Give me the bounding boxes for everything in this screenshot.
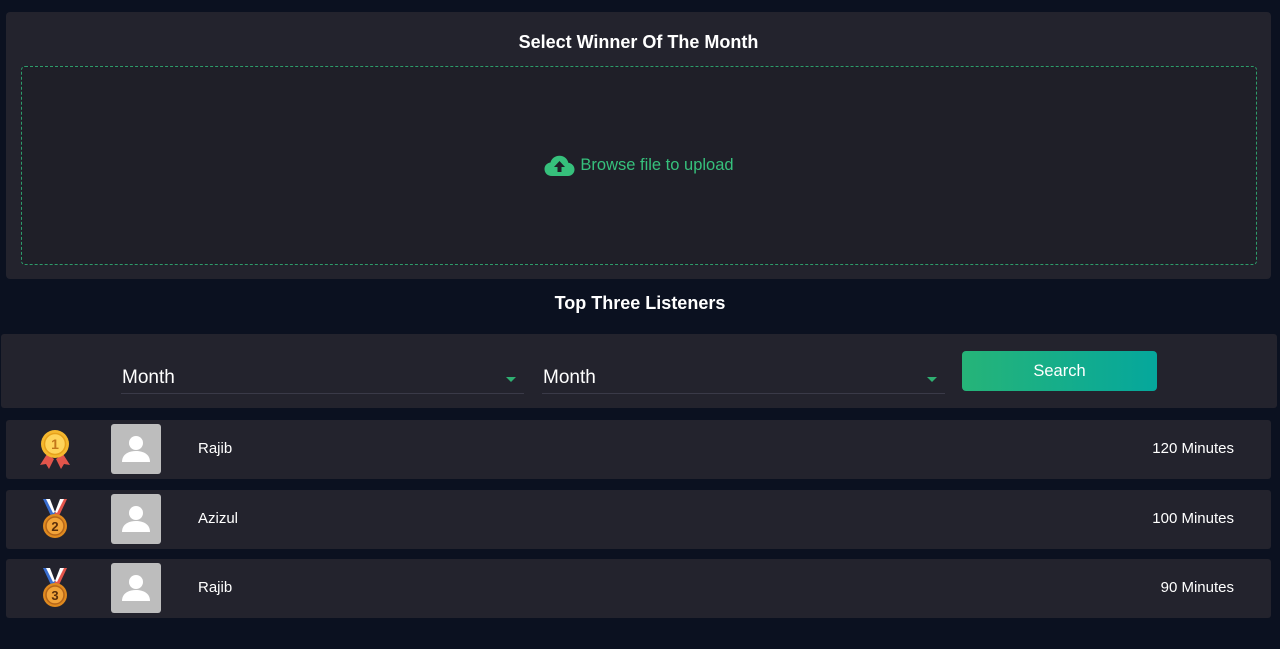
listener-row: 3 Rajib 90 Minutes <box>6 559 1271 618</box>
listener-row: 2 Azizul 100 Minutes <box>6 490 1271 549</box>
month-select-1-value: Month <box>122 366 175 388</box>
gold-medal-icon: 1 <box>36 428 74 470</box>
bronze-medal-icon: 3 <box>36 567 74 609</box>
file-dropzone[interactable]: Browse file to upload <box>21 66 1257 265</box>
svg-text:2: 2 <box>51 519 58 534</box>
listener-minutes: 100 Minutes <box>1152 510 1234 527</box>
chevron-down-icon <box>506 377 516 382</box>
month-select-2-value: Month <box>543 366 596 388</box>
chevron-down-icon <box>927 377 937 382</box>
listener-name: Azizul <box>198 510 239 527</box>
user-icon <box>122 506 150 532</box>
listener-name: Rajib <box>198 579 233 596</box>
avatar <box>111 424 161 474</box>
month-select-2[interactable]: Month <box>542 362 945 394</box>
silver-medal-icon: 2 <box>36 498 74 540</box>
top-listeners-title: Top Three Listeners <box>554 293 726 313</box>
listener-name: Rajib <box>198 440 233 457</box>
month-select-1[interactable]: Month <box>121 362 524 394</box>
svg-text:1: 1 <box>51 436 59 452</box>
search-button[interactable]: Search <box>962 351 1157 391</box>
svg-text:3: 3 <box>51 588 58 603</box>
cloud-upload-icon <box>544 155 575 177</box>
listener-minutes: 90 Minutes <box>1160 579 1234 596</box>
listener-row: 1 Rajib 120 Minutes <box>6 420 1271 479</box>
browse-file-link[interactable]: Browse file to upload <box>544 155 734 177</box>
avatar <box>111 494 161 544</box>
filter-bar: Month Month Search <box>1 334 1277 408</box>
user-icon <box>122 436 150 462</box>
upload-card: Select Winner Of The Month Browse file t… <box>6 12 1271 279</box>
upload-section-title: Select Winner Of The Month <box>518 32 759 52</box>
listener-minutes: 120 Minutes <box>1152 440 1234 457</box>
avatar <box>111 563 161 613</box>
user-icon <box>122 575 150 601</box>
browse-label: Browse file to upload <box>580 156 734 174</box>
